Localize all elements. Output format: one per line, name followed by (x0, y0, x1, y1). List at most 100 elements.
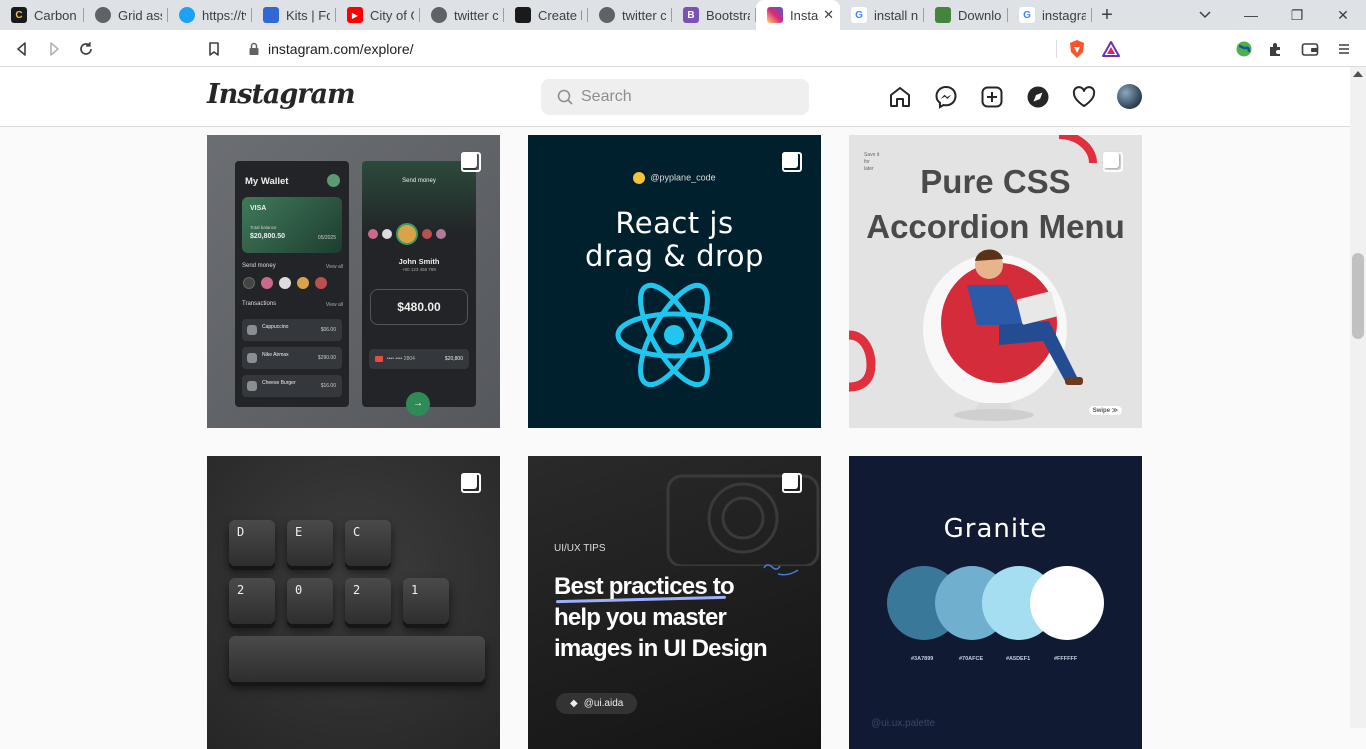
visa-card: VISA Total balance $20,800.50 05/2025 (242, 197, 342, 253)
transaction-item: Cappuccino $06.00 (242, 319, 342, 341)
vpn-extension-icon[interactable] (1231, 36, 1257, 62)
browser-tab[interactable]: https://tv (168, 0, 252, 30)
wallet-icon[interactable] (1297, 36, 1323, 62)
globe-icon (95, 7, 111, 23)
view-all-link: View all (325, 264, 343, 270)
globe-icon (431, 7, 447, 23)
instagram-header: Instagram (0, 67, 1350, 127)
browser-tab[interactable]: C Carbon | (0, 0, 84, 30)
browser-tab[interactable]: twitter cl (588, 0, 672, 30)
activity-heart-icon[interactable] (1070, 83, 1098, 111)
search-box[interactable] (541, 79, 809, 115)
browser-tab[interactable]: Kits | For (252, 0, 336, 30)
explore-post-granite[interactable]: Granite #3A7899 #70AFCE #A5DEF1 #FFFFFF … (849, 456, 1142, 749)
send-money-title: Send money (402, 178, 436, 184)
swatch-hex: #3A7899 (911, 656, 934, 662)
close-tab-icon[interactable]: ✕ (823, 7, 834, 23)
post-headline: Best practices to help you master images… (554, 571, 804, 664)
send-money-label: Send money (242, 263, 276, 269)
bootstrap-icon: B (683, 7, 699, 23)
explore-post-wallet[interactable]: My Wallet VISA Total balance $20,800.50 … (207, 135, 500, 428)
browser-tab[interactable]: Insta ✕ (756, 0, 840, 30)
react-logo-icon (615, 282, 733, 388)
palette-footer: @ui.ux.palette (871, 718, 936, 729)
browser-tab[interactable]: Grid assis (84, 0, 168, 30)
doodle-icon (763, 564, 799, 576)
close-window-icon[interactable]: ✕ (1320, 0, 1366, 30)
scrollbar-thumb[interactable] (1352, 253, 1364, 339)
explore-icon[interactable] (1024, 83, 1052, 111)
flag-icon (263, 7, 279, 23)
profile-avatar[interactable] (1117, 84, 1142, 109)
forward-icon[interactable] (41, 36, 67, 62)
tab-label: City of G (370, 7, 414, 23)
scrollbar-track[interactable] (1350, 67, 1366, 728)
browser-tab[interactable]: Create b (504, 0, 588, 30)
browser-tab[interactable]: Ginstall np (840, 0, 924, 30)
headline-line: images in UI Design (554, 635, 768, 662)
browser-tab[interactable]: ▶ City of G (336, 0, 420, 30)
tab-label: Create b (538, 7, 582, 23)
search-input[interactable] (581, 88, 781, 106)
transaction-item: Cheese Burger $16.00 (242, 375, 342, 397)
tab-label: Insta (790, 7, 819, 23)
tab-strip: C Carbon | Grid assis https://tv Kits | For ▶… (0, 0, 1366, 30)
home-icon[interactable] (886, 83, 914, 111)
restore-icon[interactable]: ❐ (1274, 0, 1320, 30)
headline-line: React js (615, 206, 734, 240)
menu-icon[interactable] (1331, 36, 1357, 62)
explore-post-react[interactable]: @pyplane_code React js drag & drop (528, 135, 821, 428)
google-icon: G (1019, 7, 1035, 23)
extensions-icon[interactable] (1263, 36, 1289, 62)
back-icon[interactable] (9, 36, 35, 62)
browser-tab[interactable]: twitter cl (420, 0, 504, 30)
brave-rewards-icon[interactable] (1098, 36, 1124, 62)
tab-search-icon[interactable] (1193, 0, 1217, 30)
tab-label: Carbon | (34, 7, 78, 23)
browser-tab[interactable]: Ginstagran (1008, 0, 1092, 30)
balance-label: Total balance (250, 225, 277, 230)
tab-label: install np (874, 7, 918, 23)
minimize-icon[interactable]: — (1228, 0, 1274, 30)
browser-tab[interactable]: Downloa (924, 0, 1008, 30)
instagram-logo[interactable]: Instagram (207, 79, 356, 110)
tab-label: Downloa (958, 7, 1002, 23)
recipient-name: John Smith (398, 257, 440, 266)
recipients-row (368, 223, 446, 245)
keycap: 0 (287, 578, 333, 624)
reload-icon[interactable] (73, 36, 99, 62)
new-tab-button[interactable]: + (1092, 0, 1122, 30)
instagram-icon (767, 7, 783, 23)
send-money-screen: Send money John Smith +00 123 456 789 $4… (362, 161, 476, 416)
brave-shield-icon[interactable] (1064, 36, 1090, 62)
address-bar[interactable]: instagram.com/explore/ (236, 35, 1130, 62)
spacebar-key (229, 636, 485, 682)
carousel-icon (461, 152, 481, 172)
bookmark-icon[interactable] (201, 36, 227, 62)
lock-icon (249, 42, 259, 55)
send-amount: $480.00 (370, 289, 468, 325)
tab-label: https://tv (202, 7, 246, 23)
tips-label: UI/UX TIPS (554, 543, 606, 554)
explore-post-accordion[interactable]: Save it for later Pure CSS Accordion Men… (849, 135, 1142, 428)
scroll-up-arrow[interactable] (1353, 71, 1363, 77)
tab-label: Bootstra (706, 7, 750, 23)
messenger-icon[interactable] (932, 83, 960, 111)
keycap: E (287, 520, 333, 566)
explore-post-ui-tips[interactable]: UI/UX TIPS Best practices to help you ma… (528, 456, 821, 749)
url-text: instagram.com/explore/ (268, 40, 414, 57)
tab-label: instagran (1042, 7, 1086, 23)
swatch-hex: #FFFFFF (1054, 656, 1078, 662)
new-post-icon[interactable] (978, 83, 1006, 111)
tab-label: twitter cl (622, 7, 666, 23)
headline-line: drag & drop (585, 239, 764, 273)
palette-title: Granite (943, 514, 1048, 544)
swatch-hex: #70AFCE (959, 656, 984, 662)
transaction-item: Nike Airmax $290.00 (242, 347, 342, 369)
keycap: 2 (229, 578, 275, 624)
explore-post-keyboard[interactable]: D E C 2 0 2 1 (207, 456, 500, 749)
payment-card-row: •••• •••• 2804 $20,800 (369, 349, 469, 369)
view-all-link: View all (325, 302, 343, 308)
browser-tab[interactable]: B Bootstra (672, 0, 756, 30)
card-expiry: 05/2025 (317, 235, 336, 241)
